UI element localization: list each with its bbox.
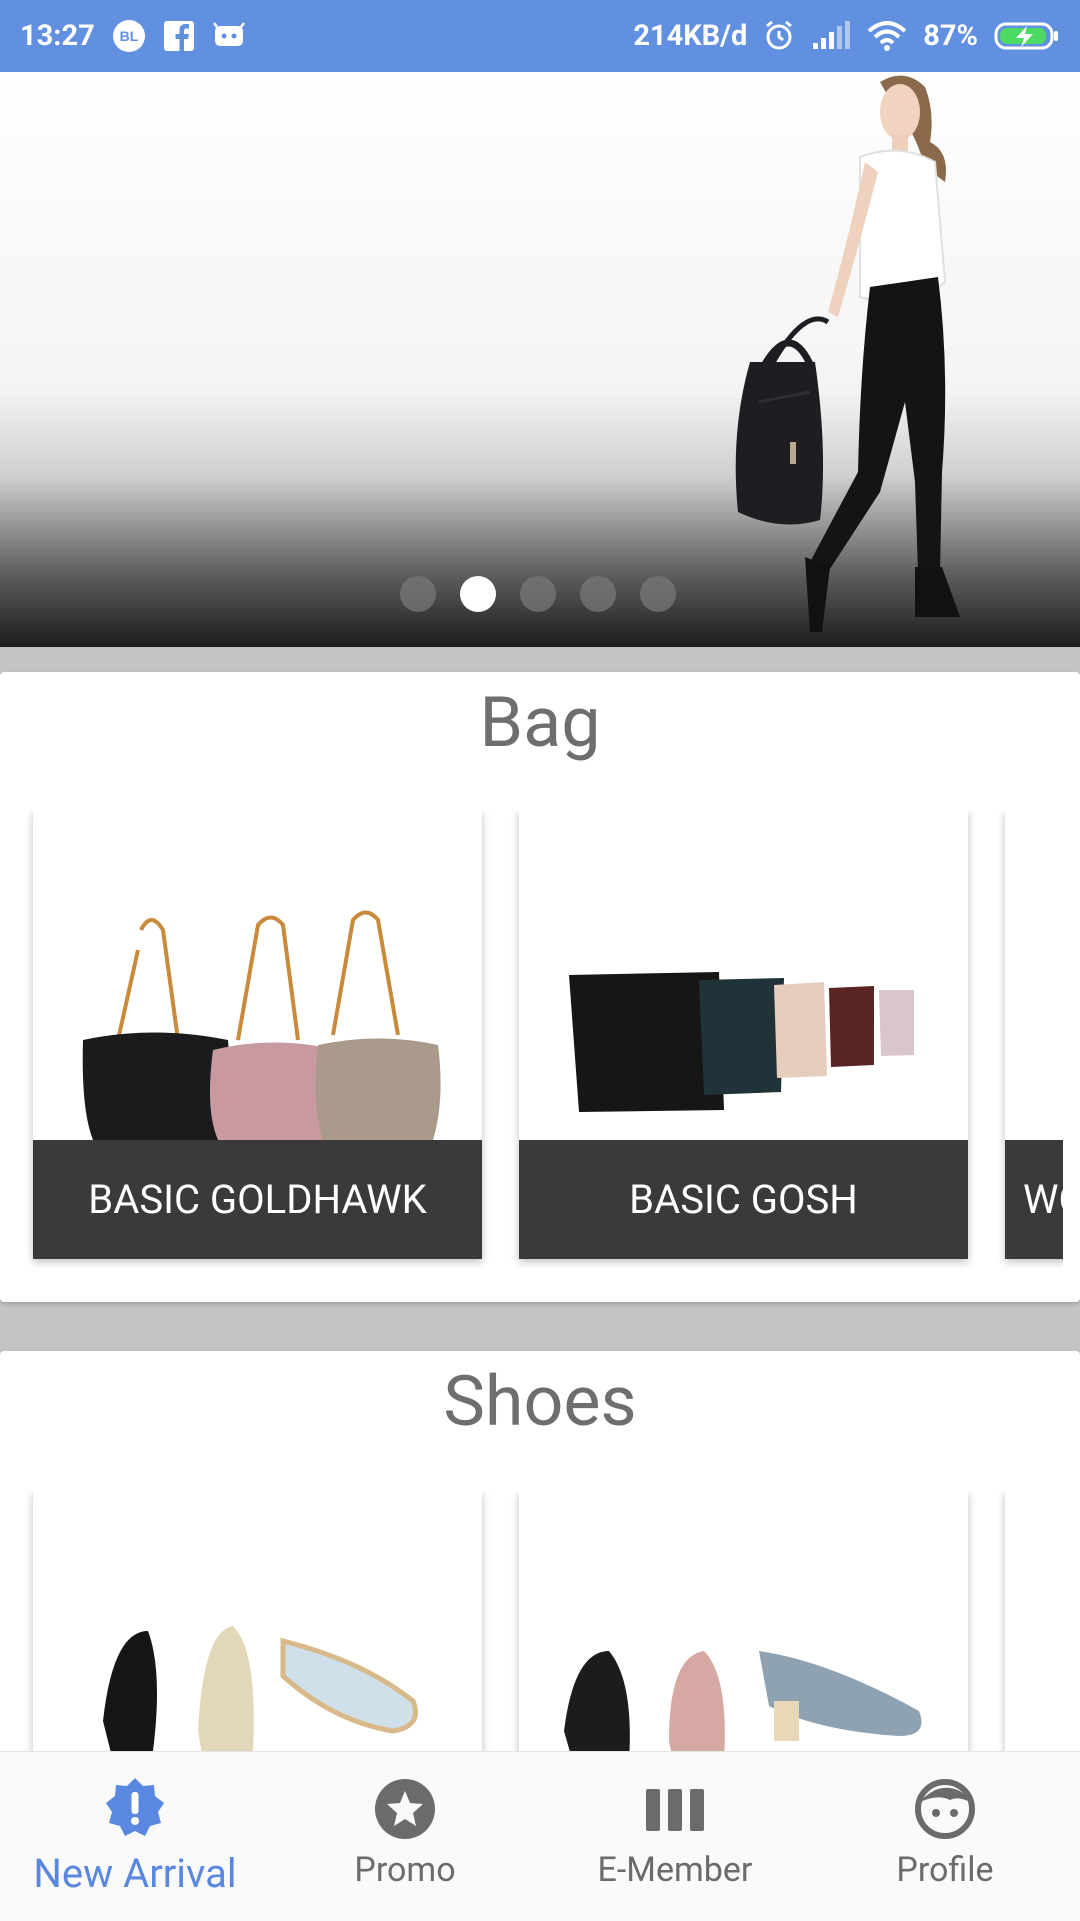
network-speed: 214KB/d	[633, 19, 748, 53]
alert-badge-icon	[102, 1776, 168, 1842]
alarm-icon	[763, 20, 795, 52]
carousel-dot[interactable]	[580, 576, 616, 612]
nav-e-member[interactable]: E-Member	[540, 1752, 810, 1921]
wifi-icon	[867, 21, 907, 51]
star-circle-icon	[374, 1776, 436, 1842]
carousel-dot[interactable]	[400, 576, 436, 612]
product-image	[1005, 810, 1063, 1140]
product-card[interactable]	[1005, 1491, 1063, 1771]
face-icon	[914, 1776, 976, 1842]
product-card[interactable]: WO	[1005, 810, 1063, 1259]
status-bar: 13:27 BL 214KB/d 87%	[0, 0, 1080, 72]
product-image	[82, 910, 441, 1140]
bl-icon: BL	[111, 18, 147, 54]
carousel-dot[interactable]	[520, 576, 556, 612]
product-image	[1005, 1491, 1063, 1771]
product-name: WO	[1005, 1140, 1063, 1259]
member-bars-icon	[644, 1776, 706, 1842]
bag-section: Bag BASIC GOLDHAWK BASIC GOSH W	[0, 672, 1080, 1302]
bag-carousel[interactable]: BASIC GOLDHAWK BASIC GOSH WO	[0, 810, 1063, 1280]
product-image	[103, 1626, 418, 1761]
shoes-carousel[interactable]	[0, 1491, 1063, 1771]
game-icon	[211, 22, 247, 50]
product-card[interactable]	[33, 1491, 482, 1771]
carousel-indicator	[400, 576, 676, 612]
hero-model-image	[735, 75, 960, 632]
carousel-dot[interactable]	[640, 576, 676, 612]
product-card[interactable]: BASIC GOLDHAWK	[33, 810, 482, 1259]
facebook-icon	[163, 20, 195, 52]
hero-banner[interactable]	[0, 72, 1080, 647]
product-card[interactable]: BASIC GOSH	[519, 810, 968, 1259]
status-bar-left: 13:27 BL	[20, 18, 247, 54]
battery-percent: 87%	[923, 19, 978, 53]
section-title: Bag	[479, 682, 601, 764]
nav-profile[interactable]: Profile	[810, 1752, 1080, 1921]
shoes-section: Shoes	[0, 1351, 1080, 1771]
bottom-navigation: New Arrival Promo E-Member Profile	[0, 1751, 1080, 1921]
nav-label: E-Member	[597, 1850, 753, 1890]
nav-label: Promo	[354, 1850, 456, 1890]
section-title: Shoes	[443, 1361, 637, 1443]
product-name: BASIC GOSH	[519, 1140, 968, 1259]
product-name: BASIC GOLDHAWK	[33, 1140, 482, 1259]
nav-promo[interactable]: Promo	[270, 1752, 540, 1921]
nav-new-arrival[interactable]: New Arrival	[0, 1752, 270, 1921]
nav-label: New Arrival	[33, 1850, 237, 1897]
battery-charging-icon	[994, 21, 1060, 51]
product-image	[569, 972, 914, 1112]
status-time: 13:27	[20, 19, 95, 53]
signal-icon	[811, 21, 851, 51]
svg-text:BL: BL	[119, 28, 138, 44]
product-card[interactable]	[519, 1491, 968, 1771]
carousel-dot-active[interactable]	[460, 576, 496, 612]
product-image	[564, 1651, 922, 1766]
status-bar-right: 214KB/d 87%	[633, 19, 1060, 53]
nav-label: Profile	[896, 1850, 994, 1890]
